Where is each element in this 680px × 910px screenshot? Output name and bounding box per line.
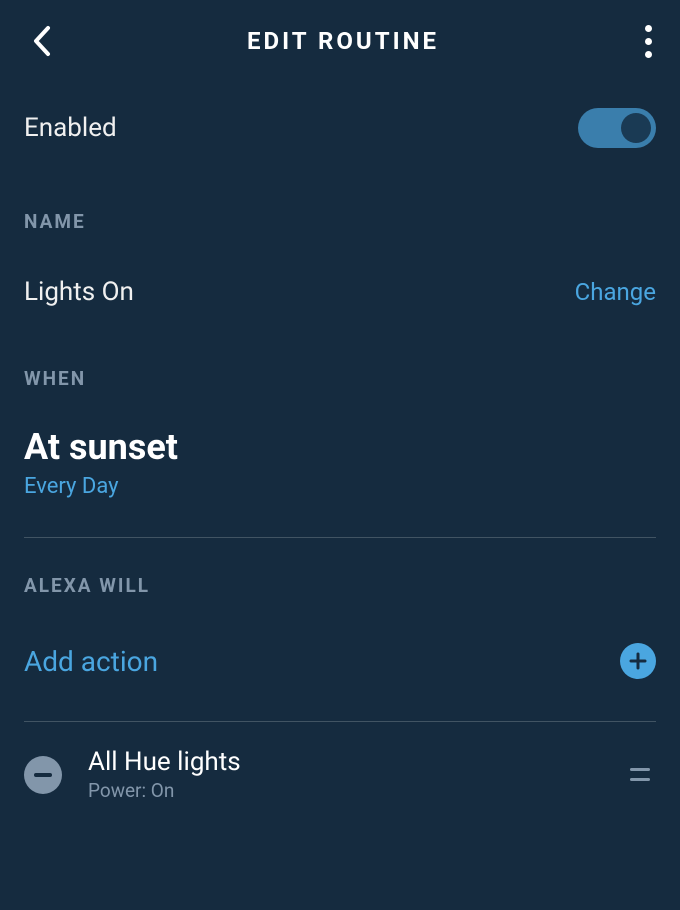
- add-action-row[interactable]: Add action: [24, 605, 656, 711]
- drag-handle[interactable]: [630, 768, 656, 781]
- action-item[interactable]: All Hue lights Power: On: [24, 722, 656, 822]
- remove-action-button[interactable]: [24, 756, 62, 794]
- routine-name-value: Lights On: [24, 277, 134, 307]
- page-title: EDIT ROUTINE: [70, 27, 616, 55]
- when-trigger-block[interactable]: At sunset Every Day: [24, 398, 656, 527]
- minus-icon: [34, 773, 52, 777]
- add-action-label: Add action: [24, 645, 158, 678]
- action-title: All Hue lights: [88, 747, 630, 777]
- overflow-menu-button[interactable]: [616, 21, 656, 61]
- action-subtitle: Power: On: [88, 777, 630, 802]
- drag-handle-icon: [630, 768, 650, 771]
- enabled-row: Enabled: [24, 82, 656, 174]
- when-trigger-title: At sunset: [24, 426, 656, 468]
- plus-icon: [628, 651, 648, 671]
- action-text: All Hue lights Power: On: [62, 747, 630, 802]
- name-row: Lights On Change: [24, 241, 656, 331]
- edit-routine-screen: EDIT ROUTINE Enabled NAME Lights On Chan…: [0, 0, 680, 910]
- enabled-toggle[interactable]: [578, 108, 656, 148]
- when-trigger-subtitle: Every Day: [24, 468, 656, 499]
- change-name-link[interactable]: Change: [575, 278, 656, 306]
- toggle-knob: [621, 113, 651, 143]
- when-section-header: WHEN: [24, 331, 656, 398]
- drag-handle-icon: [630, 778, 650, 781]
- back-button[interactable]: [30, 21, 70, 61]
- kebab-menu-icon: [645, 25, 656, 58]
- chevron-left-icon: [30, 24, 52, 58]
- add-action-button[interactable]: [620, 643, 656, 679]
- name-section-header: NAME: [24, 174, 656, 241]
- enabled-label: Enabled: [24, 113, 117, 143]
- header-bar: EDIT ROUTINE: [0, 0, 680, 82]
- content-area: Enabled NAME Lights On Change WHEN At su…: [0, 82, 680, 910]
- alexa-will-section-header: ALEXA WILL: [24, 538, 656, 605]
